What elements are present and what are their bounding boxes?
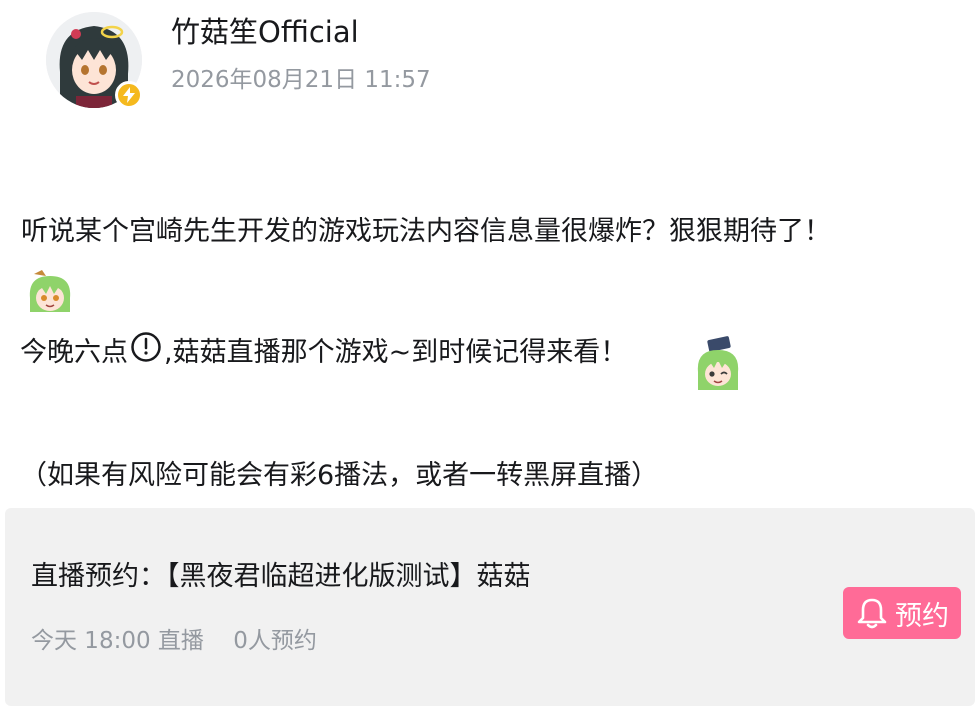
lightning-icon <box>123 87 135 103</box>
clock-icon <box>130 331 162 363</box>
avatar[interactable] <box>46 12 146 112</box>
reservation-title: 直播预约：【黑夜君临超进化版测试】菇菇 <box>31 561 531 592</box>
post-text-segment: ,菇菇直播那个游戏~到时候记得来看！ <box>164 337 628 368</box>
reserve-button-label: 预约 <box>895 600 949 632</box>
author-name[interactable]: 竹菇笙Official <box>171 12 359 52</box>
bell-icon <box>857 598 887 629</box>
post-text-segment: 今晚六点 <box>20 337 128 368</box>
verified-badge <box>115 81 143 109</box>
sticker-emoji <box>24 268 76 316</box>
post-text-line: （如果有风险可能会有彩6播法，或者一转黑屏直播） <box>20 460 659 491</box>
post-text-line: 今晚六点 ,菇菇直播那个游戏~到时候记得来看！ <box>20 331 628 373</box>
reservation-count: 0人预约 <box>233 628 317 654</box>
live-reservation-card[interactable]: 直播预约：【黑夜君临超进化版测试】菇菇 今天 18:00 直播 0人预约 预约 <box>5 508 975 706</box>
sticker-emoji <box>694 336 744 392</box>
reservation-time: 今天 18:00 直播 <box>31 628 204 654</box>
post-time: 2026年08月21日 11:57 <box>171 67 431 93</box>
reserve-button[interactable]: 预约 <box>843 587 961 639</box>
post-text-line: 听说某个宫崎先生开发的游戏玩法内容信息量很爆炸？狠狠期待了！ <box>21 216 831 247</box>
reservation-meta: 今天 18:00 直播 0人预约 <box>31 624 317 658</box>
